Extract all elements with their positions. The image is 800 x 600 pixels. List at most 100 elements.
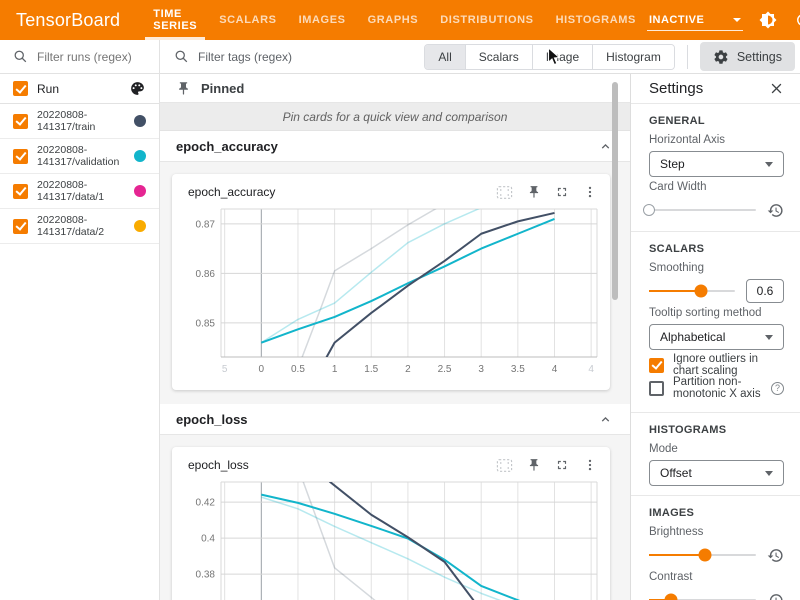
more-options-icon[interactable] <box>583 458 597 472</box>
gear-icon <box>713 49 729 65</box>
more-options-icon[interactable] <box>583 185 597 199</box>
run-row-data-2[interactable]: 20220808-141317/data/2 <box>0 209 159 244</box>
settings-panel-header: Settings <box>631 74 800 104</box>
filter-all-button[interactable]: All <box>425 45 464 69</box>
tab-histograms[interactable]: HISTOGRAMS <box>545 0 647 40</box>
tags-filter-input[interactable] <box>196 49 400 65</box>
run-row-data-1[interactable]: 20220808-141317/data/1 <box>0 174 159 209</box>
svg-text:0.5: 0.5 <box>291 364 305 375</box>
svg-text:5: 5 <box>222 364 228 375</box>
svg-text:1.5: 1.5 <box>364 364 378 375</box>
svg-text:3.5: 3.5 <box>511 364 525 375</box>
partition-x-axis-checkbox[interactable] <box>649 381 664 396</box>
close-icon[interactable] <box>769 81 784 96</box>
smoothing-slider[interactable] <box>649 290 735 292</box>
tag-type-filter-group: All Scalars Image Histogram <box>424 44 674 70</box>
brightness-slider[interactable] <box>649 554 756 556</box>
card-width-slider[interactable] <box>649 209 756 211</box>
run-checkbox[interactable] <box>13 184 28 199</box>
chevron-down-icon <box>765 471 773 476</box>
chevron-down-icon <box>765 335 773 340</box>
pin-card-icon[interactable] <box>527 458 541 472</box>
filter-scalars-button[interactable]: Scalars <box>465 45 532 69</box>
settings-section-general: GENERAL Horizontal Axis Step Card Width <box>631 104 800 232</box>
fit-to-domain-icon[interactable] <box>496 185 513 200</box>
runs-sidebar: Run 20220808-141317/train 20220808-14131… <box>0 40 160 600</box>
svg-text:3: 3 <box>478 364 484 375</box>
pin-icon <box>176 81 191 96</box>
chevron-up-icon[interactable] <box>599 140 612 153</box>
settings-section-scalars: SCALARS Smoothing 0.6 Tooltip sorting me… <box>631 232 800 413</box>
settings-button[interactable]: Settings <box>700 42 795 71</box>
smoothing-input[interactable]: 0.6 <box>746 279 784 303</box>
epoch-loss-chart[interactable]: 0.420.40.380.36 <box>179 476 603 600</box>
card-header: epoch_loss <box>179 452 603 476</box>
settings-panel: Settings GENERAL Horizontal Axis Step Ca… <box>630 74 800 600</box>
tab-distributions[interactable]: DISTRIBUTIONS <box>429 0 544 40</box>
reload-status-select[interactable]: INACTIVE <box>647 10 743 31</box>
fit-to-domain-icon[interactable] <box>496 458 513 473</box>
slider-thumb[interactable] <box>698 549 711 562</box>
ignore-outliers-option[interactable]: Ignore outliers in chart scaling <box>649 357 784 373</box>
run-checkbox[interactable] <box>13 149 28 164</box>
run-row-train[interactable]: 20220808-141317/train <box>0 104 159 139</box>
filter-histogram-button[interactable]: Histogram <box>592 45 674 69</box>
runs-filter <box>0 40 159 74</box>
tab-scalars[interactable]: SCALARS <box>208 0 287 40</box>
main-nav: TIME SERIES SCALARS IMAGES GRAPHS DISTRI… <box>142 0 647 40</box>
section-epoch-loss[interactable]: epoch_loss <box>160 404 630 435</box>
fullscreen-icon[interactable] <box>555 185 569 199</box>
pin-card-icon[interactable] <box>527 185 541 199</box>
tooltip-sorting-select[interactable]: Alphabetical <box>649 324 784 350</box>
contrast-control <box>649 588 784 600</box>
palette-icon[interactable] <box>129 80 146 97</box>
tags-toolbar: All Scalars Image Histogram Settings <box>160 40 800 74</box>
reset-icon[interactable] <box>767 592 784 600</box>
filter-image-button[interactable]: Image <box>532 45 592 69</box>
histogram-mode-select[interactable]: Offset <box>649 460 784 486</box>
dark-mode-toggle-icon[interactable] <box>758 10 778 30</box>
main-scrollbar[interactable] <box>612 82 618 300</box>
svg-text:0.42: 0.42 <box>196 498 216 509</box>
svg-text:2: 2 <box>405 364 411 375</box>
run-color-dot <box>134 150 146 162</box>
card-header: epoch_accuracy <box>179 179 603 203</box>
pinned-hint: Pin cards for a quick view and compariso… <box>160 103 630 131</box>
settings-section-histograms: HISTOGRAMS Mode Offset <box>631 413 800 496</box>
svg-text:0: 0 <box>259 364 265 375</box>
section-epoch-accuracy[interactable]: epoch_accuracy <box>160 131 630 162</box>
search-icon <box>13 49 28 64</box>
cards-area: Pinned Pin cards for a quick view and co… <box>160 74 630 600</box>
tags-filter <box>160 49 424 65</box>
toolbar-divider <box>687 45 688 69</box>
reset-icon[interactable] <box>767 202 784 219</box>
ignore-outliers-checkbox[interactable] <box>649 358 664 373</box>
tab-graphs[interactable]: GRAPHS <box>357 0 430 40</box>
slider-thumb[interactable] <box>694 285 707 298</box>
svg-text:0.38: 0.38 <box>196 570 216 581</box>
slider-thumb[interactable] <box>643 204 655 216</box>
reset-icon[interactable] <box>767 547 784 564</box>
svg-text:4: 4 <box>552 364 558 375</box>
horizontal-axis-select[interactable]: Step <box>649 151 784 177</box>
settings-section-images: IMAGES Brightness Contrast Show actual i… <box>631 496 800 600</box>
app-header: TensorBoard TIME SERIES SCALARS IMAGES G… <box>0 0 800 40</box>
tab-images[interactable]: IMAGES <box>288 0 357 40</box>
run-checkbox[interactable] <box>13 114 28 129</box>
select-all-runs-checkbox[interactable] <box>13 81 28 96</box>
svg-text:4: 4 <box>588 364 594 375</box>
app-title: TensorBoard <box>0 10 142 31</box>
tab-time-series[interactable]: TIME SERIES <box>142 0 208 40</box>
slider-thumb[interactable] <box>665 594 678 600</box>
fullscreen-icon[interactable] <box>555 458 569 472</box>
epoch-accuracy-chart[interactable]: 0.850.860.87500.511.522.533.544 <box>179 203 603 384</box>
chevron-down-icon <box>733 18 741 22</box>
runs-filter-input[interactable] <box>35 49 149 65</box>
partition-x-axis-option[interactable]: Partition non-monotonic X axis ? <box>649 380 784 396</box>
chevron-up-icon[interactable] <box>599 413 612 426</box>
run-checkbox[interactable] <box>13 219 28 234</box>
runs-table-header: Run <box>0 74 159 104</box>
scalar-card-epoch-loss: epoch_loss 0.420.40.380.36 <box>172 447 610 600</box>
refresh-icon[interactable] <box>793 10 800 30</box>
run-row-validation[interactable]: 20220808-141317/validation <box>0 139 159 174</box>
